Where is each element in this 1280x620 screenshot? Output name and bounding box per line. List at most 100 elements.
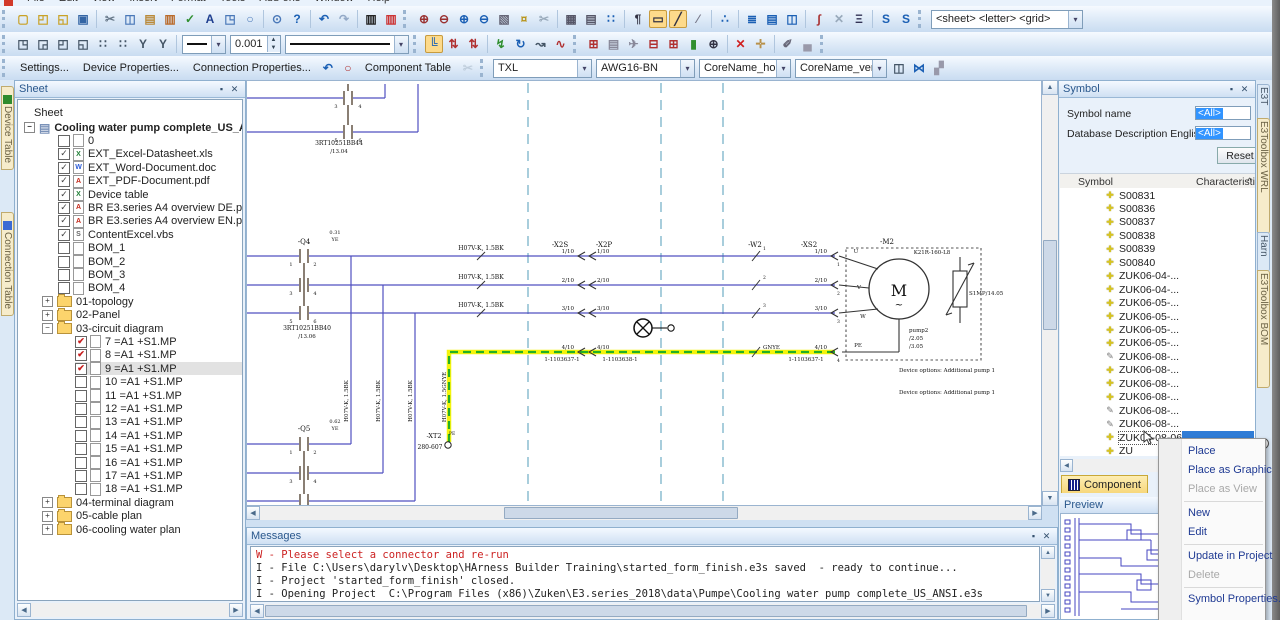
- format-painter-icon[interactable]: ✓: [181, 10, 199, 28]
- scroll-up-icon[interactable]: ▲: [1041, 546, 1055, 559]
- undo-small-icon[interactable]: ↶: [319, 59, 337, 77]
- pan-icon[interactable]: ✛: [752, 35, 770, 53]
- align-grid-icon[interactable]: ∷: [94, 35, 112, 53]
- paste-icon[interactable]: ▤: [141, 10, 159, 28]
- paste-special-icon[interactable]: ▥: [161, 10, 179, 28]
- zoom-up-icon[interactable]: ⊕: [455, 10, 473, 28]
- checkbox[interactable]: [58, 135, 70, 147]
- view-mono-icon[interactable]: ▥: [362, 10, 380, 28]
- tree-folder[interactable]: +04-terminal diagram: [42, 496, 174, 509]
- undo-icon[interactable]: ↶: [315, 10, 333, 28]
- wire-type-combo[interactable]: TXL▾: [493, 59, 592, 78]
- symbol-item[interactable]: ✚ZUK06-08-...: [1104, 377, 1254, 390]
- tree-folder[interactable]: +05-cable plan: [42, 510, 142, 523]
- chevron-down-icon[interactable]: ▾: [680, 60, 694, 77]
- checkbox[interactable]: [75, 376, 87, 388]
- dock-tab-e3t[interactable]: E3T: [1257, 84, 1270, 122]
- schematic-canvas[interactable]: 3RT10251BB44/13.043456-Q40.31YE1234563RT…: [246, 80, 1042, 506]
- tile-vertical-icon[interactable]: ◫: [783, 10, 801, 28]
- symbol-item[interactable]: ✚ZUK06-04-...: [1104, 270, 1254, 283]
- sort-asc-icon[interactable]: ^: [1247, 176, 1252, 188]
- rect-tool-icon[interactable]: ▭: [649, 10, 667, 28]
- close-icon[interactable]: ✕: [1238, 83, 1251, 95]
- save-icon[interactable]: ▣: [74, 10, 92, 28]
- messages-hscrollbar[interactable]: ◀ ▶: [250, 604, 1055, 618]
- symbol-column-header[interactable]: Symbol: [1060, 176, 1113, 188]
- menu-item-edit[interactable]: Edit: [1159, 523, 1265, 542]
- corename-hori-combo[interactable]: CoreName_hori▾: [699, 59, 791, 78]
- zoom-in-icon[interactable]: ⊕: [415, 10, 433, 28]
- chevron-down-icon[interactable]: ▾: [1068, 11, 1082, 28]
- insert-sheet-icon[interactable]: ⊞: [585, 35, 603, 53]
- script-sheet2-icon[interactable]: S: [897, 10, 915, 28]
- grid-select-icon[interactable]: ▤: [582, 10, 600, 28]
- scroll-right-icon[interactable]: ▶: [1041, 604, 1055, 618]
- corner-mode-icon[interactable]: ╚: [425, 35, 443, 53]
- checkbox[interactable]: [58, 269, 70, 281]
- origin-icon[interactable]: ⊕: [705, 35, 723, 53]
- block-rotate-icon[interactable]: ◰: [54, 35, 72, 53]
- checkbox[interactable]: ✔: [75, 363, 87, 375]
- sheet-hscrollbar[interactable]: ◀ ▶: [17, 603, 243, 617]
- checkbox[interactable]: [75, 457, 87, 469]
- symbol-item[interactable]: ✚ZUK06-05-...: [1104, 310, 1254, 323]
- scroll-up-icon[interactable]: ▲: [1042, 80, 1058, 95]
- tree-folder[interactable]: +02-Panel: [42, 309, 120, 322]
- tree-item[interactable]: ✓XEXT_Excel-Datasheet.xls: [58, 148, 213, 161]
- node-tool-icon[interactable]: ∴: [716, 10, 734, 28]
- symbol-name-input[interactable]: <All>: [1195, 106, 1251, 120]
- reroute-icon[interactable]: ↻: [512, 35, 530, 53]
- connect-auto-icon[interactable]: ↯: [492, 35, 510, 53]
- tree-item[interactable]: 15 =A1 +S1.MP: [75, 443, 183, 456]
- symbol-item[interactable]: ✚S00831: [1104, 189, 1254, 202]
- new-icon[interactable]: ▢: [14, 10, 32, 28]
- menu-item-new[interactable]: New: [1159, 504, 1265, 523]
- wire-gauge-combo[interactable]: AWG16-BN▾: [596, 59, 695, 78]
- hscroll-thumb[interactable]: [265, 605, 1027, 617]
- dock-tab-connection-table[interactable]: Connection Table: [1, 212, 14, 316]
- chevron-down-icon[interactable]: ▾: [577, 60, 591, 77]
- symbol-item[interactable]: ✎ZUK06-08-...: [1104, 350, 1254, 363]
- find-icon[interactable]: ○: [241, 10, 259, 28]
- symbol-item[interactable]: ✚ZUK06-08-...: [1104, 391, 1254, 404]
- open-folder-icon[interactable]: ◱: [54, 10, 72, 28]
- tree-item[interactable]: 16 =A1 +S1.MP: [75, 456, 183, 469]
- help-icon[interactable]: ?: [288, 10, 306, 28]
- delete-icon[interactable]: ✕: [732, 35, 750, 53]
- tree-folder[interactable]: +01-topology: [42, 295, 134, 308]
- tree-item[interactable]: 10 =A1 +S1.MP: [75, 376, 183, 389]
- chevron-down-icon[interactable]: ▾: [394, 36, 408, 53]
- symbol-item[interactable]: ✚S00837: [1104, 216, 1254, 229]
- tree-folder[interactable]: +06-cooling water plan: [42, 523, 181, 536]
- script-sheet-icon[interactable]: S: [877, 10, 895, 28]
- tree-item[interactable]: BOM_3: [58, 268, 125, 281]
- stamp-icon[interactable]: ▄: [799, 35, 817, 53]
- canvas-hscrollbar[interactable]: ◀ ▶: [246, 506, 1042, 520]
- zoom-search-icon[interactable]: ○: [339, 59, 357, 77]
- scroll-left-icon[interactable]: ◀: [1060, 459, 1073, 472]
- checkbox[interactable]: [58, 256, 70, 268]
- menu-item-symbol-properties[interactable]: Symbol Properties...: [1159, 590, 1265, 609]
- plot-icon[interactable]: ✈: [625, 35, 643, 53]
- canvas-vscrollbar[interactable]: ▲ ▼: [1042, 80, 1058, 506]
- delete-route-icon[interactable]: ⇅: [445, 35, 463, 53]
- zoom-down-icon[interactable]: ⊖: [475, 10, 493, 28]
- symbol-item[interactable]: ✚S00839: [1104, 243, 1254, 256]
- dock-tab-e3toolbox-bom[interactable]: E3Toolbox BOM: [1257, 270, 1270, 388]
- checkbox[interactable]: ✓: [58, 229, 70, 241]
- device-properties-button[interactable]: Device Properties...: [76, 60, 186, 76]
- checkbox[interactable]: ✓: [58, 202, 70, 214]
- pin-icon[interactable]: ▪: [215, 83, 228, 95]
- tree-item[interactable]: ✔9 =A1 +S1.MP: [75, 362, 243, 375]
- checkbox[interactable]: ✓: [58, 189, 70, 201]
- pin-icon[interactable]: ▪: [1225, 83, 1238, 95]
- checkbox[interactable]: ✔: [75, 349, 87, 361]
- dock-tab-device-table[interactable]: Device Table: [1, 86, 14, 170]
- scroll-left-icon[interactable]: ◀: [246, 506, 260, 520]
- tree-item[interactable]: BOM_4: [58, 282, 125, 295]
- tree-item[interactable]: Sheet: [34, 106, 63, 119]
- symbol-item[interactable]: ✚ZUK06-04-...: [1104, 283, 1254, 296]
- signal-icon[interactable]: ∫: [810, 10, 828, 28]
- cut-wires-icon[interactable]: ✂: [535, 10, 553, 28]
- tree-item[interactable]: BOM_2: [58, 255, 125, 268]
